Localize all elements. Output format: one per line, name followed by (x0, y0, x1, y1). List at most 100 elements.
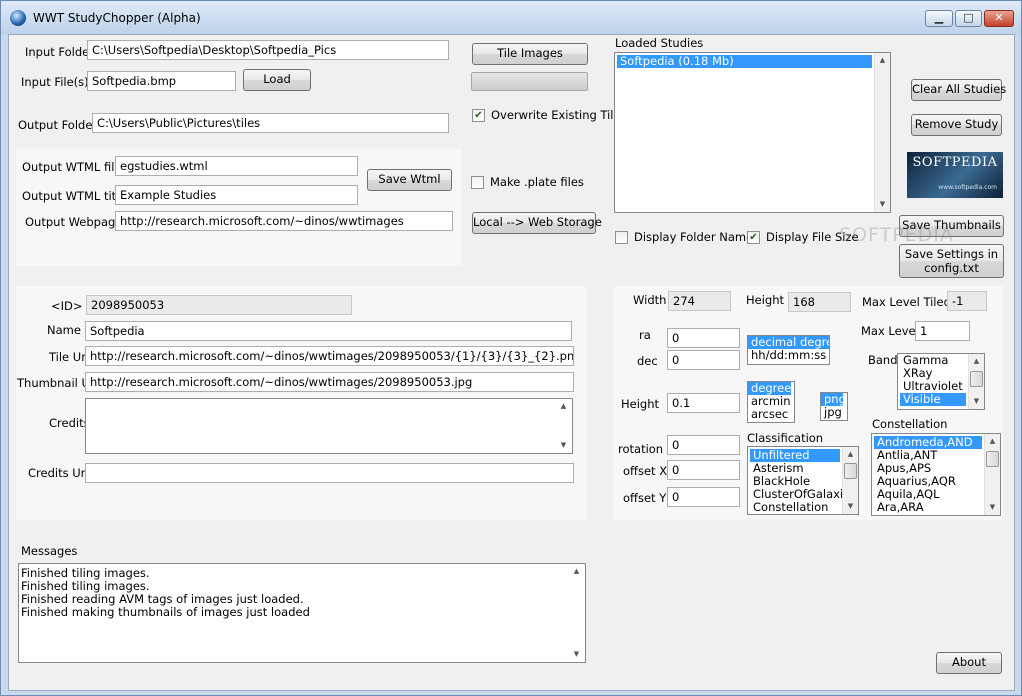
scroll-down-icon[interactable]: ▼ (969, 394, 984, 409)
messages-label: Messages (21, 544, 78, 558)
study-id-label: <ID> (51, 299, 83, 313)
fov-height-label: Height (621, 397, 660, 411)
scroll-up-icon[interactable]: ▲ (843, 447, 858, 462)
display-folder-names-check-mark (615, 230, 628, 244)
scroll-down-icon[interactable]: ▼ (843, 499, 858, 514)
softpedia-logo-subtext: www.softpedia.com (938, 184, 997, 191)
input-files-field[interactable]: Softpedia.bmp (87, 71, 236, 91)
output-webpage-field[interactable]: http://research.microsoft.com/~dinos/wwt… (115, 211, 453, 231)
credits-field[interactable]: ▲ ▼ (85, 398, 573, 454)
credits-url-label: Credits Url (28, 466, 89, 480)
ra-field[interactable]: 0 (667, 328, 740, 348)
classification-list[interactable]: Unfiltered Asterism BlackHole ClusterOfG… (747, 446, 859, 515)
scroll-thumb[interactable] (986, 451, 999, 467)
overwrite-tiles-check-mark: ✔ (472, 108, 485, 122)
tiling-progress-bar (471, 72, 588, 91)
title-bar[interactable]: WWT StudyChopper (Alpha) ▁ □ ✕ (1, 1, 1021, 35)
offset-y-field[interactable]: 0 (667, 487, 740, 507)
offset-x-label: offset X (623, 464, 668, 478)
constellation-list[interactable]: Andromeda,AND Antlia,ANT Apus,APS Aquari… (871, 433, 1001, 516)
angle-unit-option[interactable]: arcsec (748, 408, 794, 421)
scroll-down-icon[interactable]: ▼ (569, 647, 584, 662)
app-globe-icon (10, 10, 26, 26)
scroll-up-icon[interactable]: ▲ (875, 53, 890, 68)
softpedia-logo: SOFTPEDIA www.softpedia.com (907, 152, 1003, 198)
scroll-down-icon[interactable]: ▼ (875, 197, 890, 212)
save-wtml-button[interactable]: Save Wtml (367, 169, 452, 191)
max-level-field[interactable]: 1 (915, 321, 970, 341)
thumbnail-url-field[interactable]: http://research.microsoft.com/~dinos/wwt… (85, 372, 574, 392)
max-level-label: Max Level (861, 324, 919, 338)
make-plate-check-mark (471, 175, 484, 189)
output-wtml-file-field[interactable]: egstudies.wtml (115, 156, 358, 176)
loaded-studies-list[interactable]: Softpedia (0.18 Mb) ▲ ▼ (614, 52, 891, 213)
classification-scrollbar[interactable]: ▲ ▼ (842, 447, 858, 514)
load-button[interactable]: Load (243, 69, 311, 91)
client-area: Input Folder C:\Users\Softpedia\Desktop\… (8, 34, 1015, 691)
band-label: Band (868, 353, 898, 367)
scroll-up-icon[interactable]: ▲ (969, 354, 984, 369)
height-field: 168 (788, 292, 851, 312)
scroll-down-icon[interactable]: ▼ (556, 438, 571, 453)
max-level-tiled-field: -1 (947, 291, 987, 311)
input-folder-field[interactable]: C:\Users\Softpedia\Desktop\Softpedia_Pic… (87, 40, 449, 60)
image-format-list[interactable]: png jpg (820, 392, 848, 421)
loaded-studies-scrollbar[interactable]: ▲ ▼ (874, 53, 890, 212)
scroll-up-icon[interactable]: ▲ (985, 434, 1000, 449)
output-folder-label: Output Folder (18, 118, 98, 132)
angle-units-list[interactable]: degrees arcmin arcsec (747, 381, 795, 423)
minimize-button[interactable]: ▁ (925, 10, 953, 27)
study-name-label: Name (47, 323, 81, 337)
maximize-button[interactable]: □ (955, 10, 982, 27)
credits-text (86, 399, 572, 403)
overwrite-tiles-checkbox[interactable]: ✔ Overwrite Existing Tiles (472, 108, 627, 122)
study-name-field[interactable]: Softpedia (85, 321, 572, 341)
save-settings-line2: config.txt (924, 261, 979, 275)
constellation-scrollbar[interactable]: ▲ ▼ (984, 434, 1000, 515)
message-line: Finished making thumbnails of images jus… (21, 605, 310, 619)
constellation-option[interactable]: Ara,ARA (872, 501, 1000, 514)
tile-url-field[interactable]: http://research.microsoft.com/~dinos/wwt… (85, 346, 574, 366)
display-folder-names-checkbox[interactable]: Display Folder Names (615, 230, 759, 244)
save-settings-button[interactable]: Save Settings in config.txt (899, 244, 1004, 278)
output-wtml-title-field[interactable]: Example Studies (115, 185, 358, 205)
make-plate-checkbox[interactable]: Make .plate files (471, 175, 584, 189)
scroll-up-icon[interactable]: ▲ (569, 564, 584, 579)
softpedia-logo-text: SOFTPEDIA (912, 155, 998, 170)
scroll-thumb[interactable] (970, 371, 983, 387)
fov-height-field[interactable]: 0.1 (667, 393, 740, 413)
dec-field[interactable]: 0 (667, 350, 740, 370)
messages-scrollbar[interactable]: ▲ ▼ (569, 564, 585, 662)
ra-label: ra (639, 328, 651, 342)
about-button[interactable]: About (936, 652, 1002, 674)
local-to-web-button[interactable]: Local --> Web Storage (472, 212, 602, 234)
credits-scrollbar[interactable]: ▲ ▼ (556, 399, 572, 453)
output-wtml-file-label: Output WTML file (22, 160, 122, 174)
loaded-study-item[interactable]: Softpedia (0.18 Mb) (617, 55, 872, 68)
display-file-size-check-mark: ✔ (747, 230, 760, 244)
output-folder-field[interactable]: C:\Users\Public\Pictures\tiles (92, 113, 449, 133)
scroll-down-icon[interactable]: ▼ (985, 500, 1000, 515)
remove-study-button[interactable]: Remove Study (911, 114, 1002, 136)
scroll-thumb[interactable] (844, 463, 857, 479)
band-option[interactable]: Visible (900, 393, 966, 406)
softpedia-watermark: SOFTPEDIA (839, 224, 954, 246)
coord-format-list[interactable]: decimal degrees hh/dd:mm:ss (747, 335, 830, 365)
credits-url-field[interactable] (85, 463, 574, 483)
display-folder-names-label: Display Folder Names (634, 230, 760, 244)
close-button[interactable]: ✕ (984, 10, 1014, 27)
output-webpage-label: Output Webpage (25, 215, 123, 229)
clear-all-studies-button[interactable]: Clear All Studies (911, 79, 1006, 101)
rotation-field[interactable]: 0 (667, 435, 740, 455)
coord-format-option[interactable]: hh/dd:mm:ss (748, 349, 829, 362)
offset-x-field[interactable]: 0 (667, 460, 740, 480)
offset-y-label: offset Y (623, 491, 667, 505)
loaded-studies-label: Loaded Studies (615, 36, 704, 50)
band-list[interactable]: Gamma XRay Ultraviolet Visible ▲ ▼ (897, 353, 985, 410)
messages-box[interactable]: Finished tiling images. Finished tiling … (18, 563, 586, 663)
tile-images-button[interactable]: Tile Images (472, 43, 588, 65)
band-scrollbar[interactable]: ▲ ▼ (968, 354, 984, 409)
height-label: Height (746, 293, 785, 307)
scroll-up-icon[interactable]: ▲ (556, 399, 571, 414)
format-option[interactable]: jpg (821, 406, 847, 419)
